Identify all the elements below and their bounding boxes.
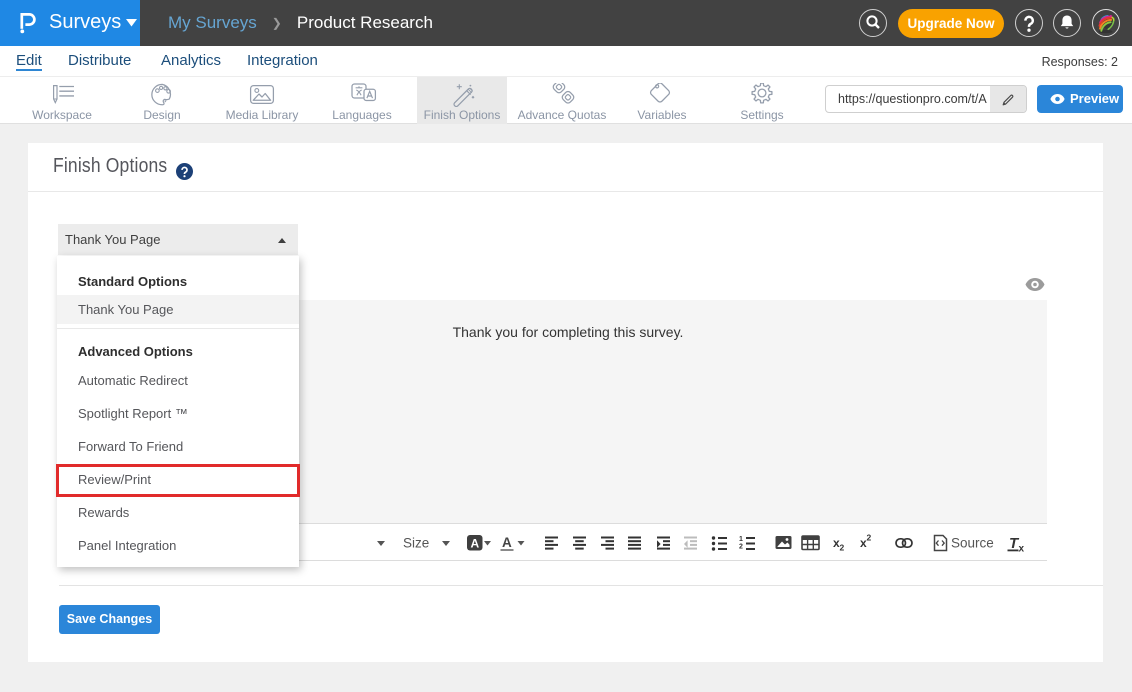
svg-text:x: x [1019, 544, 1025, 555]
svg-text:2: 2 [867, 533, 872, 543]
svg-text:Source: Source [951, 536, 994, 551]
svg-text:2: 2 [739, 544, 743, 551]
svg-text:A: A [502, 535, 512, 550]
svg-text:Size: Size [403, 536, 429, 551]
svg-text:A: A [471, 537, 480, 551]
svg-text:2: 2 [840, 543, 845, 553]
svg-text:1: 1 [739, 536, 743, 543]
